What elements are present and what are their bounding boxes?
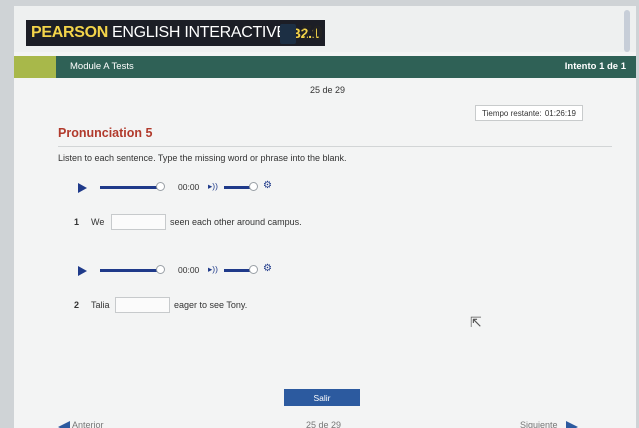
question-text-before: Talia: [91, 300, 110, 310]
previous-arrow-icon[interactable]: [58, 421, 70, 428]
module-accent: [14, 56, 56, 78]
audio-player-1: 00:00 ▸)) ⚙: [78, 180, 288, 195]
audio-player-2: 00:00 ▸)) ⚙: [78, 263, 288, 278]
timer-value: 01:26:19: [544, 108, 576, 118]
exit-button[interactable]: Salir: [284, 389, 360, 406]
volume-track[interactable]: [224, 269, 250, 272]
next-button[interactable]: Siguiente: [520, 420, 558, 428]
instructions: Listen to each sentence. Type the missin…: [58, 153, 347, 163]
progress-knob[interactable]: [156, 265, 165, 274]
scrollbar[interactable]: [624, 10, 630, 52]
volume-track[interactable]: [224, 186, 250, 189]
mouse-cursor-icon: ⇱: [470, 314, 482, 330]
answer-input-1[interactable]: [111, 214, 166, 230]
attempt-counter: Intento 1 de 1: [564, 61, 626, 72]
page-progress: 25 de 29: [310, 85, 346, 95]
anniversary-number: 70: [301, 20, 323, 45]
volume-icon[interactable]: ▸)): [208, 264, 218, 275]
product-name: ENGLISH INTERACTIVE: [112, 24, 287, 41]
question-text-after: eager to see Tony.: [174, 300, 248, 310]
progress-track[interactable]: [100, 269, 158, 272]
question-text-before: We: [91, 217, 105, 227]
question-number: 1: [74, 217, 80, 227]
gear-icon[interactable]: ⚙: [263, 180, 272, 191]
footer-progress: 25 de 29: [306, 420, 342, 428]
timer-box: Tiempo restante: 01:26:19: [475, 105, 583, 121]
audio-time: 00:00: [178, 182, 200, 192]
anniversary-icon: [280, 24, 296, 44]
audio-time: 00:00: [178, 265, 200, 275]
next-arrow-icon[interactable]: [566, 421, 578, 428]
previous-button[interactable]: Anterior: [72, 420, 104, 428]
brand-name: PEARSON: [31, 24, 109, 41]
play-icon[interactable]: [78, 266, 87, 276]
progress-track[interactable]: [100, 186, 158, 189]
module-bar: Module A Tests Intento 1 de 1: [14, 56, 636, 78]
play-icon[interactable]: [78, 183, 87, 193]
question-number: 2: [74, 300, 80, 310]
question-text-after: seen each other around campus.: [170, 217, 302, 227]
volume-knob[interactable]: [249, 265, 258, 274]
divider: [58, 146, 612, 147]
timer-label: Tiempo restante:: [482, 108, 542, 118]
test-page: PEARSON ENGLISH INTERACTIVE B2.1 70 Modu…: [14, 6, 636, 428]
gear-icon[interactable]: ⚙: [263, 263, 272, 274]
volume-knob[interactable]: [249, 182, 258, 191]
answer-input-2[interactable]: [115, 297, 170, 313]
progress-knob[interactable]: [156, 182, 165, 191]
footer-nav: Anterior 25 de 29 Siguiente: [0, 414, 639, 428]
module-title: Module A Tests: [70, 61, 134, 72]
header: PEARSON ENGLISH INTERACTIVE B2.1 70: [14, 6, 636, 52]
volume-icon[interactable]: ▸)): [208, 181, 218, 192]
section-title: Pronunciation 5: [58, 126, 153, 140]
